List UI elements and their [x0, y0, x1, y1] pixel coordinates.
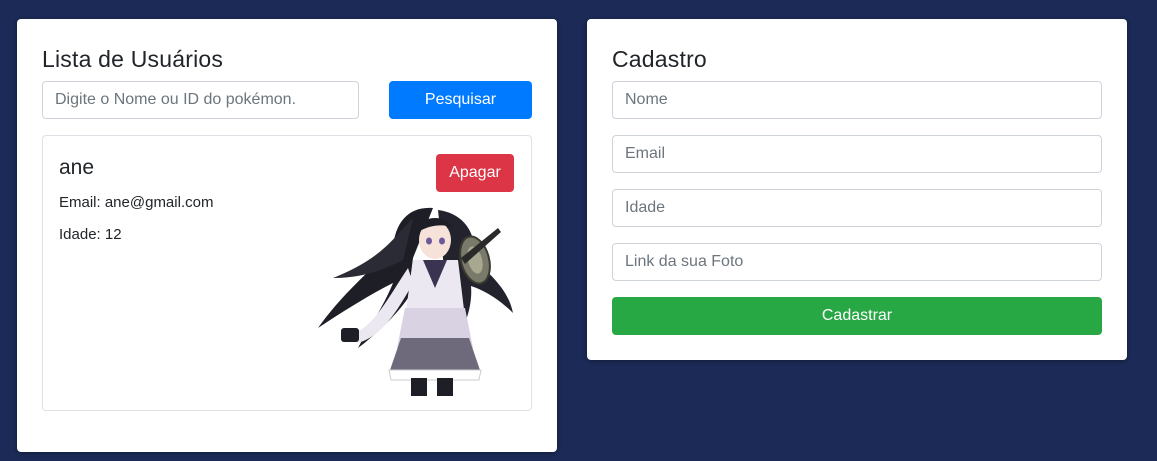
- photo-link-field[interactable]: [612, 243, 1102, 281]
- delete-user-button[interactable]: Apagar: [436, 154, 514, 192]
- register-panel: Cadastro Cadastrar: [587, 19, 1127, 360]
- user-card: ane Email: ane@gmail.com Idade: 12 Apaga…: [42, 135, 532, 411]
- user-photo: [318, 207, 513, 396]
- user-age: Idade: 12: [59, 226, 122, 243]
- register-button[interactable]: Cadastrar: [612, 297, 1102, 335]
- age-field[interactable]: [612, 189, 1102, 227]
- user-list-title: Lista de Usuários: [42, 46, 224, 72]
- search-input[interactable]: [42, 81, 359, 119]
- user-email: Email: ane@gmail.com: [59, 194, 214, 211]
- name-field[interactable]: [612, 81, 1102, 119]
- user-name: ane: [59, 156, 95, 179]
- register-title: Cadastro: [612, 46, 707, 72]
- search-button[interactable]: Pesquisar: [389, 81, 532, 119]
- email-field[interactable]: [612, 135, 1102, 173]
- user-list-panel: Lista de Usuários Pesquisar ane Email: a…: [17, 19, 557, 452]
